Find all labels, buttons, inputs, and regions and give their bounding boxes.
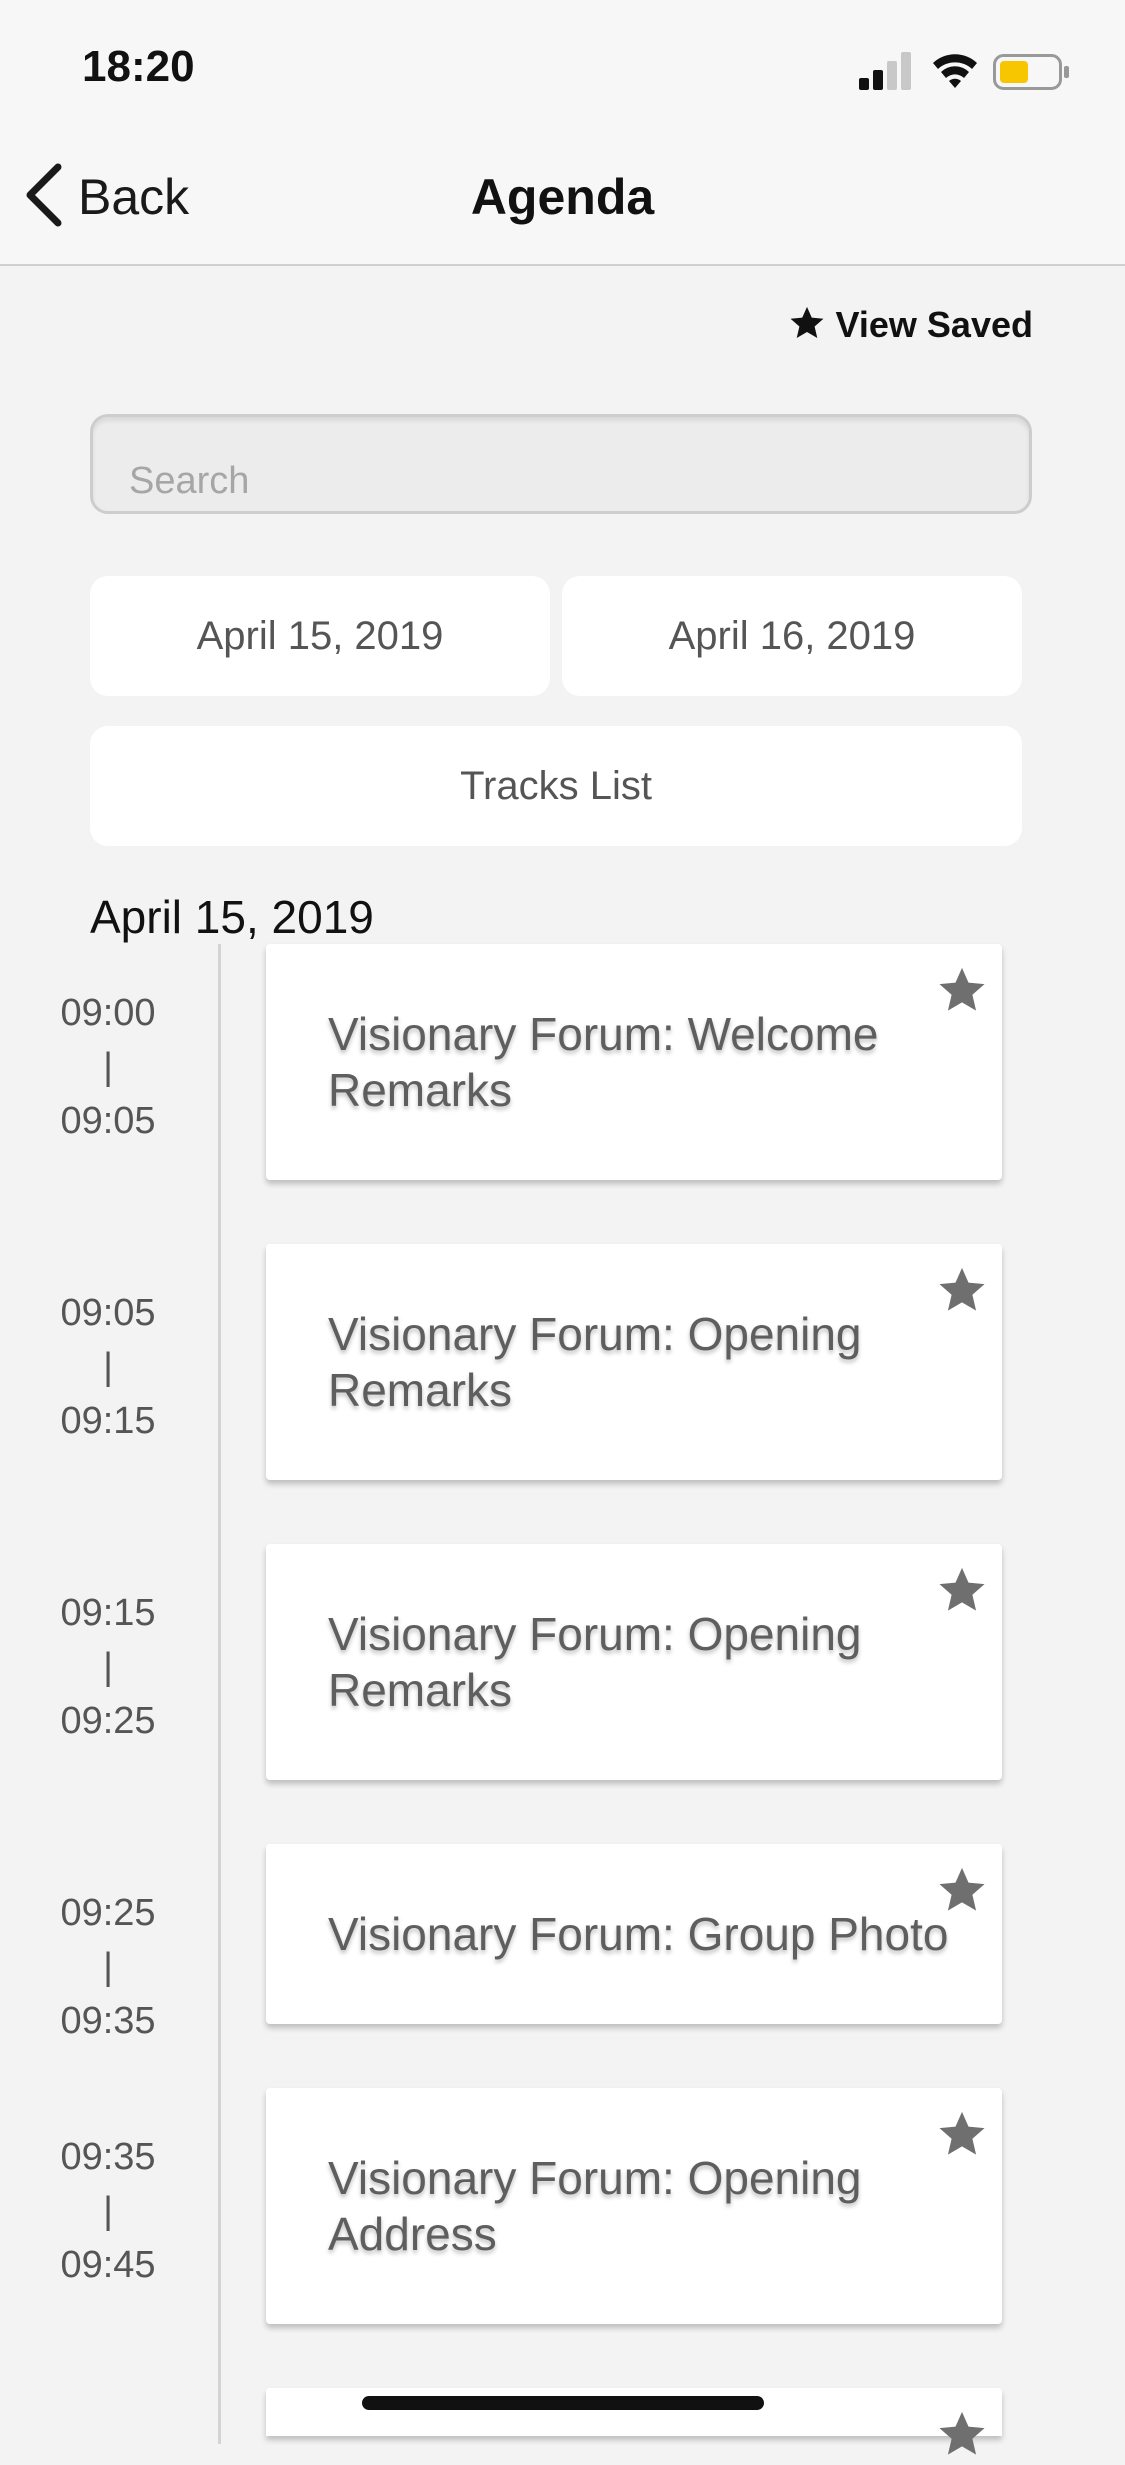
wifi-icon <box>933 54 977 88</box>
session-card[interactable]: Visionary Forum: Group Photo <box>266 1844 1002 2024</box>
session-card[interactable]: Visionary Forum: Opening Address <box>266 2088 1002 2324</box>
session-time-range: 09:15 | 09:25 <box>40 1586 176 1748</box>
time-separator: | <box>103 1046 113 1088</box>
star-icon[interactable] <box>936 1564 988 1616</box>
search-input[interactable] <box>129 453 989 509</box>
status-icons <box>859 50 1079 92</box>
time-separator: | <box>103 1646 113 1688</box>
session-card[interactable]: Visionary Forum: Welcome Remarks <box>266 944 1002 1180</box>
session-title: Visionary Forum: Welcome Remarks <box>328 1008 879 1116</box>
signal-icon <box>859 52 911 90</box>
session-card[interactable]: Visionary Forum: Opening Remarks <box>266 1544 1002 1780</box>
star-icon[interactable] <box>936 964 988 1016</box>
session-time-range: 09:35 | 09:45 <box>40 2130 176 2292</box>
date-tab-april-15[interactable]: April 15, 2019 <box>90 576 550 696</box>
date-tab-april-16[interactable]: April 16, 2019 <box>562 576 1022 696</box>
session-start-time: 09:15 <box>60 1592 156 1634</box>
star-icon[interactable] <box>936 2108 988 2160</box>
session-title: Visionary Forum: Opening Address <box>328 2152 862 2260</box>
session-card[interactable]: Visionary Forum: Opening Remarks <box>266 1244 1002 1480</box>
view-saved-button[interactable]: View Saved <box>788 302 1033 348</box>
session-end-time: 09:35 <box>60 2000 156 2042</box>
status-bar: 18:20 <box>0 0 1125 132</box>
session-title: Visionary Forum: Opening Remarks <box>328 1608 862 1716</box>
battery-icon <box>993 54 1069 90</box>
star-icon[interactable] <box>936 1264 988 1316</box>
star-icon[interactable] <box>936 1864 988 1916</box>
time-separator: | <box>103 2190 113 2232</box>
page-title: Agenda <box>470 169 655 225</box>
session-start-time: 09:35 <box>60 2136 156 2178</box>
tracks-list-button[interactable]: Tracks List <box>90 726 1022 846</box>
view-saved-label: View Saved <box>835 304 1033 345</box>
session-start-time: 09:05 <box>60 1292 156 1334</box>
timeline-line <box>218 944 221 2444</box>
session-end-time: 09:25 <box>60 1700 156 1742</box>
session-title: Visionary Forum: Group Photo <box>328 1908 949 1960</box>
time-separator: | <box>103 1346 113 1388</box>
session-end-time: 09:15 <box>60 1400 156 1442</box>
session-time-range: 09:00 | 09:05 <box>40 986 176 1148</box>
session-title: Visionary Forum: Opening Remarks <box>328 1308 862 1416</box>
star-icon <box>788 304 826 347</box>
search-box <box>90 414 1032 514</box>
session-time-range: 09:05 | 09:15 <box>40 1286 176 1448</box>
day-heading: April 15, 2019 <box>90 891 374 943</box>
time-separator: | <box>103 1946 113 1988</box>
session-end-time: 09:05 <box>60 1100 156 1142</box>
session-time-range: 09:25 | 09:35 <box>40 1886 176 2048</box>
session-start-time: 09:00 <box>60 992 156 1034</box>
session-end-time: 09:45 <box>60 2244 156 2286</box>
status-time: 18:20 <box>82 42 195 91</box>
home-indicator[interactable] <box>362 2396 764 2410</box>
session-start-time: 09:25 <box>60 1892 156 1934</box>
navigation-bar: Back Agenda <box>0 132 1125 266</box>
star-icon[interactable] <box>936 2408 988 2460</box>
